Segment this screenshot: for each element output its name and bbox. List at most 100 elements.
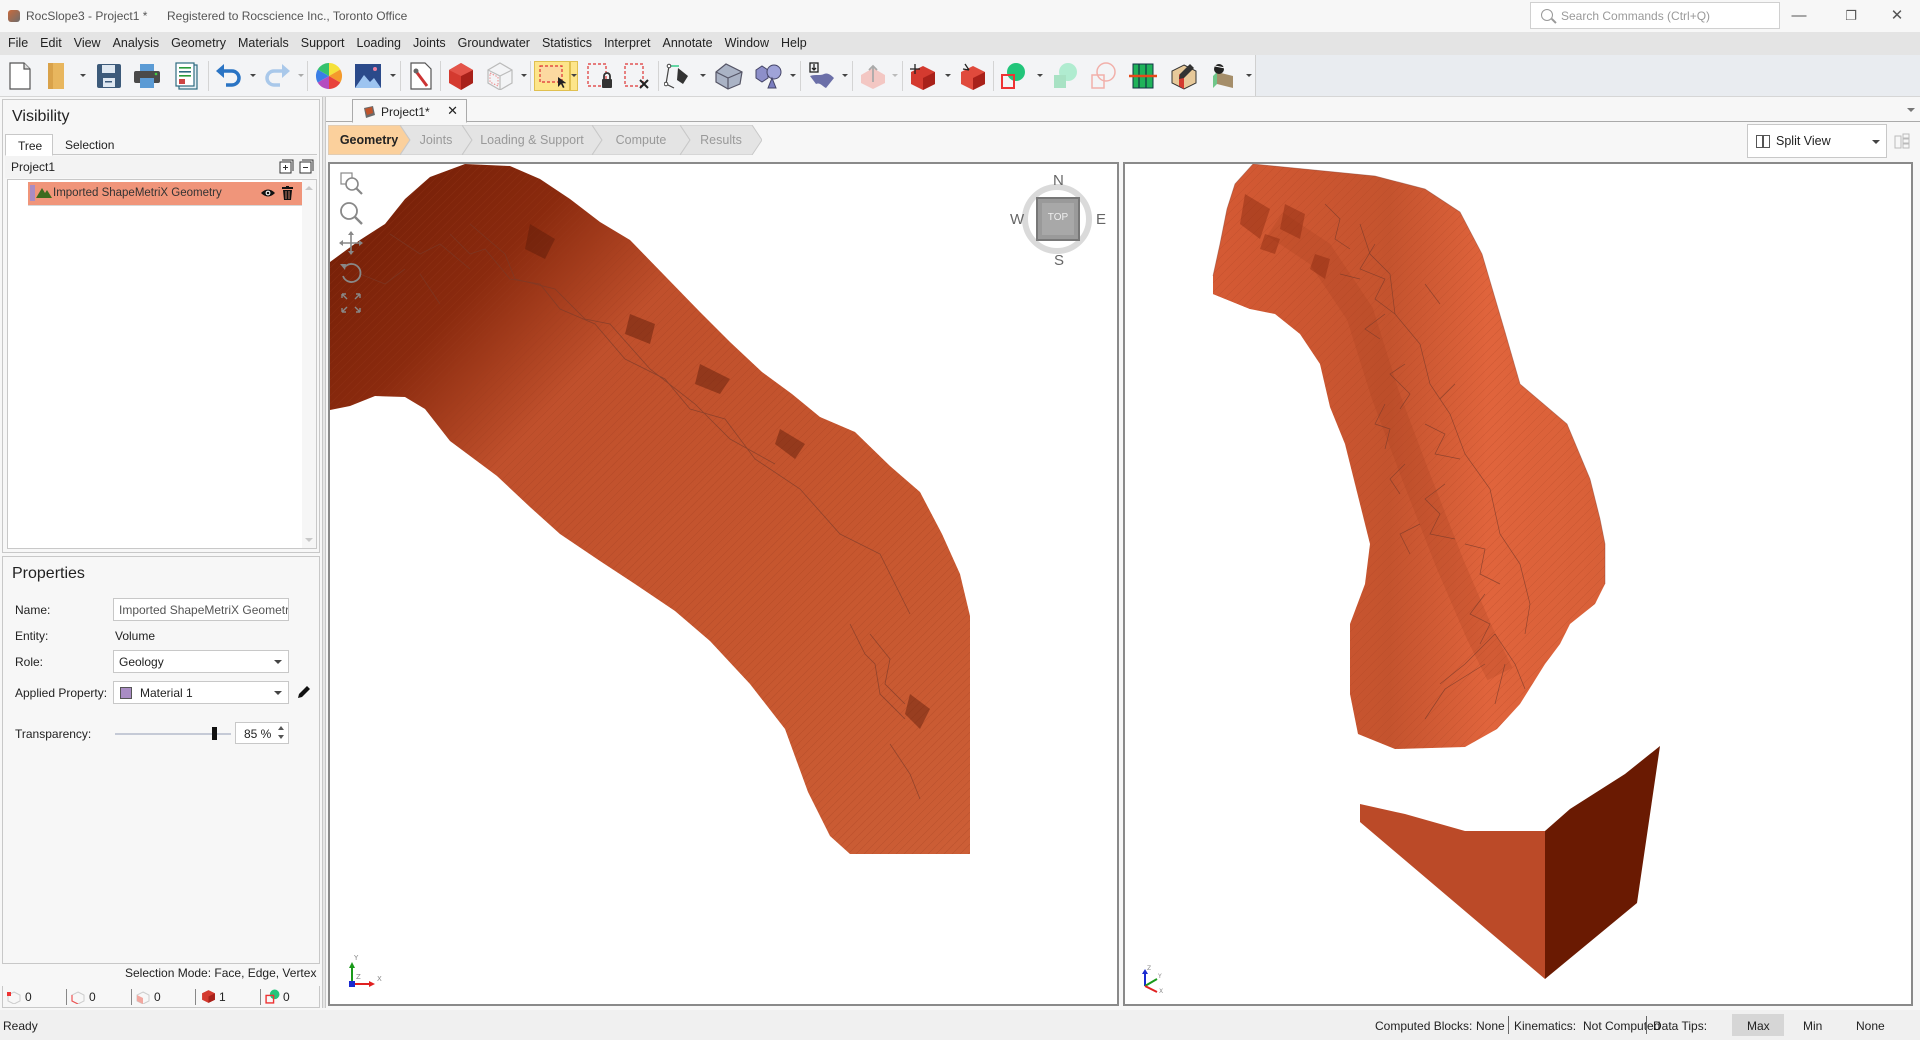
eye-visibility-icon[interactable] [261,188,275,198]
search-commands-input[interactable]: Search Commands (Ctrl+Q) [1530,2,1780,29]
edit-material-pencil-icon[interactable] [297,685,311,699]
viewport-top-view[interactable]: TOP N S W E Y X Z [328,162,1119,1006]
lock-selection-button[interactable] [585,61,615,91]
import-surface-button[interactable] [806,61,836,91]
workflow-step-loading-support[interactable]: Loading & Support [462,125,602,155]
info-viewer-button[interactable] [172,61,202,91]
shapes-button[interactable] [753,61,783,91]
boolean-union-button[interactable] [998,61,1028,91]
menu-annotate[interactable]: Annotate [657,32,719,55]
menu-materials[interactable]: Materials [232,32,295,55]
menu-geometry[interactable]: Geometry [165,32,232,55]
draw-polyline-button[interactable] [664,61,694,91]
document-tab-project1[interactable]: Project1* ✕ [352,99,467,123]
draw-dropdown-caret[interactable] [700,74,706,77]
data-tips-min-button[interactable]: Min [1803,1019,1822,1033]
applied-property-select[interactable]: Material 1 [113,681,289,704]
tab-tree[interactable]: Tree [5,134,54,156]
close-tab-icon[interactable]: ✕ [447,103,458,119]
solid-view-button[interactable] [446,61,476,91]
name-input[interactable]: Imported ShapeMetriX Geometry [113,598,289,621]
view-cube-top[interactable]: TOP [1036,197,1080,241]
data-tips-max-label[interactable]: Max [1747,1019,1770,1033]
menu-file[interactable]: File [2,32,34,55]
viewport-3d-view[interactable]: Z Y X [1123,162,1913,1006]
compass-east[interactable]: E [1096,211,1106,228]
boolean-dropdown-caret[interactable] [1037,74,1043,77]
restore-button[interactable]: ❐ [1828,4,1874,28]
redo-dropdown-caret[interactable] [298,74,304,77]
import-dropdown-caret[interactable] [842,74,848,77]
transparency-spinbox[interactable]: 85 % [235,722,289,744]
view-compass[interactable]: TOP N S W E [1010,172,1106,269]
open-dropdown-caret[interactable] [80,74,86,77]
edit-block-button[interactable] [1169,61,1199,91]
workflow-step-geometry[interactable]: Geometry [328,125,410,155]
workflow-step-compute[interactable]: Compute [592,125,690,155]
menu-window[interactable]: Window [719,32,775,55]
clear-selection-button[interactable] [622,61,652,91]
extrude-dropdown-caret[interactable] [892,74,898,77]
save-button[interactable] [94,61,124,91]
menu-loading[interactable]: Loading [351,32,408,55]
compass-north[interactable]: N [1053,172,1064,189]
tab-list-dropdown-icon[interactable] [1907,108,1915,112]
transparency-slider-thumb[interactable] [211,727,217,740]
boolean-subtract-button[interactable] [1088,61,1118,91]
zoom-extents-icon[interactable] [338,290,364,316]
select-box-button[interactable] [534,61,570,91]
data-tips-none-button[interactable]: None [1856,1019,1885,1033]
workflow-step-results[interactable]: Results [680,125,762,155]
color-settings-button[interactable] [314,61,344,91]
new-file-button[interactable] [5,61,35,91]
menu-help[interactable]: Help [775,32,813,55]
print-button[interactable] [132,61,162,91]
bolt-support-button[interactable] [1208,61,1238,91]
panel-splitter[interactable] [322,97,326,1008]
background-image-button[interactable] [353,61,383,91]
delete-trash-icon[interactable] [282,186,293,200]
move-block-button[interactable] [908,61,938,91]
zoom-icon[interactable] [338,200,364,226]
minimize-button[interactable]: — [1776,4,1822,28]
menu-support[interactable]: Support [295,32,351,55]
select-dropdown-button[interactable] [570,61,578,91]
slice-grid-button[interactable] [1128,61,1158,91]
view-mode-select[interactable]: Split View [1747,124,1887,158]
wireframe-view-button[interactable] [485,61,515,91]
tree-item-imported-geometry[interactable]: Imported ShapeMetriX Geometry [28,182,306,206]
open-button[interactable] [42,61,72,91]
menu-view[interactable]: View [68,32,107,55]
menu-joints[interactable]: Joints [407,32,452,55]
collapse-all-icon[interactable] [299,159,314,174]
move-dropdown-caret[interactable] [945,74,951,77]
undo-dropdown-caret[interactable] [250,74,256,77]
menu-interpret[interactable]: Interpret [598,32,657,55]
menu-edit[interactable]: Edit [34,32,68,55]
tab-selection[interactable]: Selection [53,134,124,156]
compass-south[interactable]: S [1054,252,1064,269]
spin-up-icon[interactable] [278,726,284,730]
image-dropdown-caret[interactable] [390,74,396,77]
menu-analysis[interactable]: Analysis [107,32,166,55]
transparency-slider[interactable] [115,727,231,740]
pan-icon[interactable] [338,230,364,256]
redo-button[interactable] [263,61,293,91]
support-dropdown-caret[interactable] [1246,74,1252,77]
shapes-dropdown-caret[interactable] [790,74,796,77]
boolean-intersect-button[interactable] [1050,61,1080,91]
view-dropdown-caret[interactable] [521,74,527,77]
extrude-up-button[interactable] [858,61,888,91]
undo-button[interactable] [213,61,243,91]
close-window-button[interactable]: ✕ [1874,4,1920,28]
viewport-layout-icon[interactable] [1894,133,1910,149]
compass-west[interactable]: W [1010,211,1024,228]
project-settings-button[interactable] [406,61,436,91]
menu-statistics[interactable]: Statistics [536,32,598,55]
expand-all-icon[interactable] [279,159,294,174]
tree-scrollbar[interactable] [302,180,316,548]
extrude-box-button[interactable] [714,61,744,91]
rotate-icon[interactable] [338,260,364,286]
zoom-window-icon[interactable] [338,170,364,196]
menu-groundwater[interactable]: Groundwater [452,32,536,55]
